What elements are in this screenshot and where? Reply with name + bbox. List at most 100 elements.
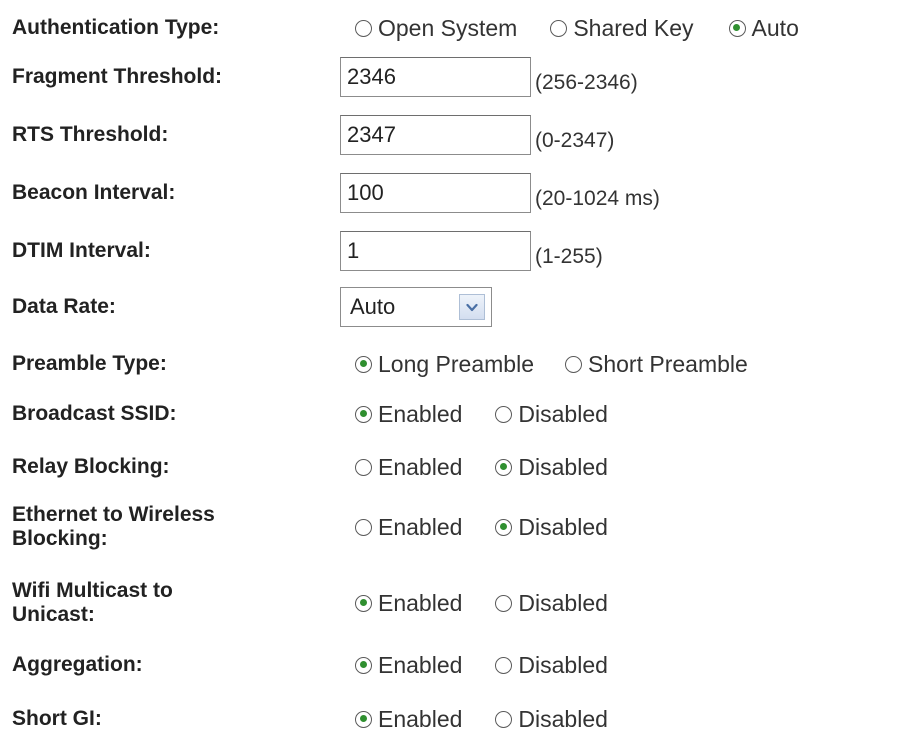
auth-shared-key-radio[interactable]: Shared Key <box>550 15 694 41</box>
ethernet-to-wireless-enabled-radio[interactable]: Enabled <box>355 514 462 540</box>
broadcast-ssid-label: Broadcast SSID: <box>12 402 177 425</box>
authentication-type-label: Authentication Type: <box>12 16 220 39</box>
dropdown-button[interactable] <box>459 294 485 320</box>
short-gi-enabled-label: Enabled <box>378 706 463 729</box>
broadcast-ssid-enabled-label: Enabled <box>378 401 463 427</box>
auth-auto-label: Auto <box>751 15 799 41</box>
aggregation-radio-group: Enabled Disabled <box>355 652 608 678</box>
broadcast-ssid-enabled-radio[interactable]: Enabled <box>355 401 462 427</box>
relay-blocking-disabled-radio[interactable]: Disabled <box>495 454 608 480</box>
radio-checked-icon[interactable] <box>355 405 372 423</box>
relay-blocking-disabled-label: Disabled <box>518 454 608 480</box>
radio-checked-icon[interactable] <box>495 458 513 476</box>
wifi-multicast-to-unicast-label-line-1: Wifi Multicast to <box>12 579 173 602</box>
data-rate-control: Auto <box>340 287 492 327</box>
aggregation-enabled-radio[interactable]: Enabled <box>355 652 462 678</box>
auth-shared-key-label: Shared Key <box>573 15 694 41</box>
ethernet-to-wireless-blocking-label: Ethernet to Wireless Blocking: <box>12 503 312 551</box>
dtim-interval-input[interactable]: 1 <box>340 231 531 271</box>
broadcast-ssid-row: Broadcast SSID: Enabled Disabled <box>0 392 897 436</box>
ethernet-to-wireless-enabled-label: Enabled <box>378 514 463 540</box>
rts-threshold-range: (0-2347) <box>535 129 615 152</box>
radio-unchecked-icon[interactable] <box>550 19 568 37</box>
fragment-threshold-label: Fragment Threshold: <box>12 65 223 88</box>
beacon-interval-row: Beacon Interval: 100 (20-1024 ms) <box>0 170 897 216</box>
wifi-multicast-disabled-radio[interactable]: Disabled <box>495 590 608 616</box>
wifi-multicast-disabled-label: Disabled <box>518 590 608 616</box>
ethernet-to-wireless-blocking-label-line-2: Blocking: <box>12 527 108 550</box>
radio-unchecked-icon[interactable] <box>355 19 372 37</box>
radio-unchecked-icon[interactable] <box>355 458 372 476</box>
beacon-interval-input[interactable]: 100 <box>340 173 531 213</box>
preamble-long-radio[interactable]: Long Preamble <box>355 351 534 377</box>
preamble-short-radio[interactable]: Short Preamble <box>565 351 748 377</box>
radio-unchecked-icon[interactable] <box>565 355 582 373</box>
auth-open-system-label: Open System <box>378 15 518 41</box>
ethernet-to-wireless-blocking-row: Ethernet to Wireless Blocking: Enabled D… <box>0 497 897 557</box>
wifi-multicast-enabled-label: Enabled <box>378 590 463 616</box>
ethernet-to-wireless-blocking-radio-group: Enabled Disabled <box>355 514 608 540</box>
ethernet-to-wireless-disabled-radio[interactable]: Disabled <box>495 514 608 540</box>
fragment-threshold-range: (256-2346) <box>535 71 638 94</box>
radio-checked-icon[interactable] <box>355 710 372 728</box>
data-rate-label: Data Rate: <box>12 295 116 318</box>
short-gi-enabled-radio[interactable]: Enabled <box>355 706 462 729</box>
radio-checked-icon[interactable] <box>728 19 746 37</box>
dtim-interval-label: DTIM Interval: <box>12 239 151 262</box>
radio-unchecked-icon[interactable] <box>355 518 372 536</box>
radio-unchecked-icon[interactable] <box>495 710 513 728</box>
authentication-type-row: Authentication Type: Open System Shared … <box>0 8 897 48</box>
relay-blocking-enabled-label: Enabled <box>378 454 463 480</box>
rts-threshold-input[interactable]: 2347 <box>340 115 531 155</box>
broadcast-ssid-disabled-radio[interactable]: Disabled <box>495 401 608 427</box>
wifi-multicast-to-unicast-label-line-2: Unicast: <box>12 603 95 626</box>
rts-threshold-control: 2347 (0-2347) <box>340 115 614 155</box>
wifi-multicast-to-unicast-row: Wifi Multicast to Unicast: Enabled Disab… <box>0 573 897 633</box>
fragment-threshold-input[interactable]: 2346 <box>340 57 531 97</box>
short-gi-disabled-radio[interactable]: Disabled <box>495 706 608 729</box>
ethernet-to-wireless-blocking-label-line-1: Ethernet to Wireless <box>12 503 215 526</box>
radio-unchecked-icon[interactable] <box>495 405 513 423</box>
data-rate-selected-value: Auto <box>350 294 396 319</box>
broadcast-ssid-disabled-label: Disabled <box>518 401 608 427</box>
beacon-interval-control: 100 (20-1024 ms) <box>340 173 660 213</box>
radio-checked-icon[interactable] <box>495 518 513 536</box>
rts-threshold-label: RTS Threshold: <box>12 123 169 146</box>
beacon-interval-range: (20-1024 ms) <box>535 187 660 210</box>
wifi-multicast-to-unicast-label: Wifi Multicast to Unicast: <box>12 579 312 627</box>
preamble-type-radio-group: Long Preamble Short Preamble <box>355 351 748 377</box>
aggregation-label: Aggregation: <box>12 653 143 676</box>
preamble-type-label: Preamble Type: <box>12 352 167 375</box>
wifi-multicast-enabled-radio[interactable]: Enabled <box>355 590 462 616</box>
short-gi-radio-group: Enabled Disabled <box>355 706 608 729</box>
relay-blocking-radio-group: Enabled Disabled <box>355 454 608 480</box>
radio-checked-icon[interactable] <box>355 355 372 373</box>
chevron-down-icon <box>466 303 478 311</box>
relay-blocking-label: Relay Blocking: <box>12 455 170 478</box>
radio-unchecked-icon[interactable] <box>495 656 513 674</box>
preamble-short-label: Short Preamble <box>588 351 748 377</box>
preamble-long-label: Long Preamble <box>378 351 534 377</box>
radio-unchecked-icon[interactable] <box>495 594 513 612</box>
dtim-interval-range: (1-255) <box>535 245 603 268</box>
data-rate-row: Data Rate: Auto <box>0 285 897 329</box>
ethernet-to-wireless-disabled-label: Disabled <box>518 514 608 540</box>
fragment-threshold-control: 2346 (256-2346) <box>340 57 638 97</box>
broadcast-ssid-radio-group: Enabled Disabled <box>355 401 608 427</box>
auth-open-system-radio[interactable]: Open System <box>355 15 517 41</box>
radio-checked-icon[interactable] <box>355 656 372 674</box>
aggregation-disabled-radio[interactable]: Disabled <box>495 652 608 678</box>
authentication-type-radio-group: Open System Shared Key Auto <box>355 15 799 41</box>
data-rate-select[interactable]: Auto <box>340 287 492 327</box>
aggregation-row: Aggregation: Enabled Disabled <box>0 643 897 687</box>
preamble-type-row: Preamble Type: Long Preamble Short Pream… <box>0 342 897 386</box>
short-gi-label: Short GI: <box>12 707 102 729</box>
aggregation-enabled-label: Enabled <box>378 652 463 678</box>
relay-blocking-row: Relay Blocking: Enabled Disabled <box>0 445 897 489</box>
auth-auto-radio[interactable]: Auto <box>728 15 799 41</box>
relay-blocking-enabled-radio[interactable]: Enabled <box>355 454 462 480</box>
dtim-interval-control: 1 (1-255) <box>340 231 603 271</box>
radio-checked-icon[interactable] <box>355 594 372 612</box>
beacon-interval-label: Beacon Interval: <box>12 181 176 204</box>
dtim-interval-row: DTIM Interval: 1 (1-255) <box>0 228 897 274</box>
